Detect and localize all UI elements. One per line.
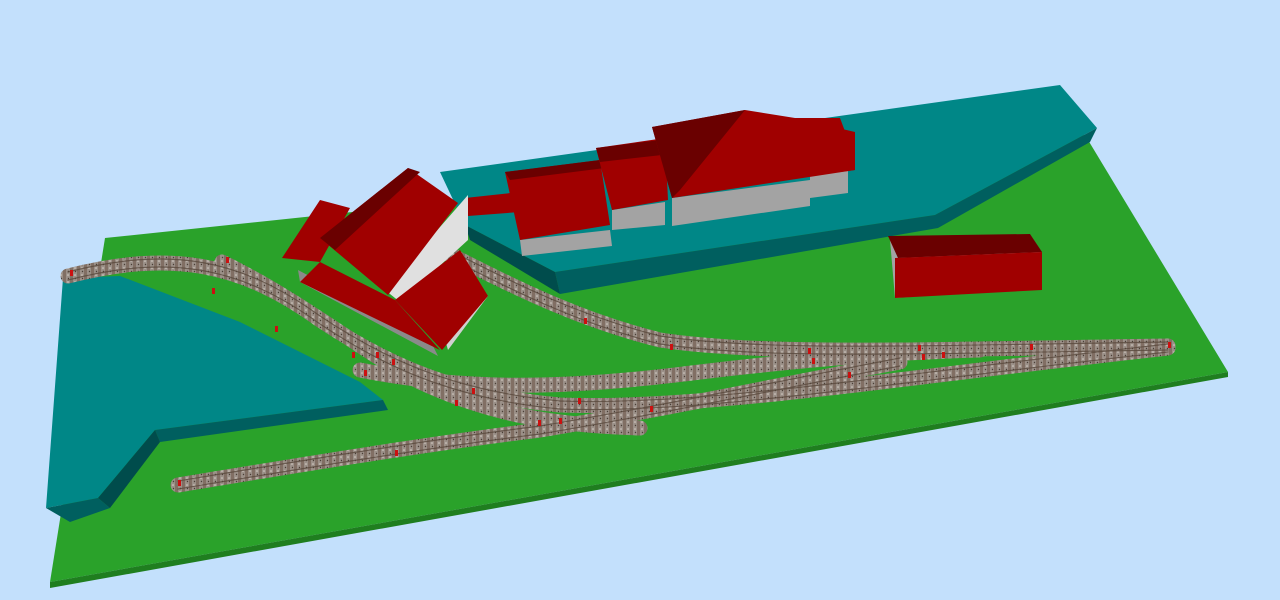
3d-viewport[interactable]	[0, 0, 1280, 600]
small-shed[interactable]	[888, 234, 1042, 298]
scene-canvas[interactable]	[0, 0, 1280, 600]
